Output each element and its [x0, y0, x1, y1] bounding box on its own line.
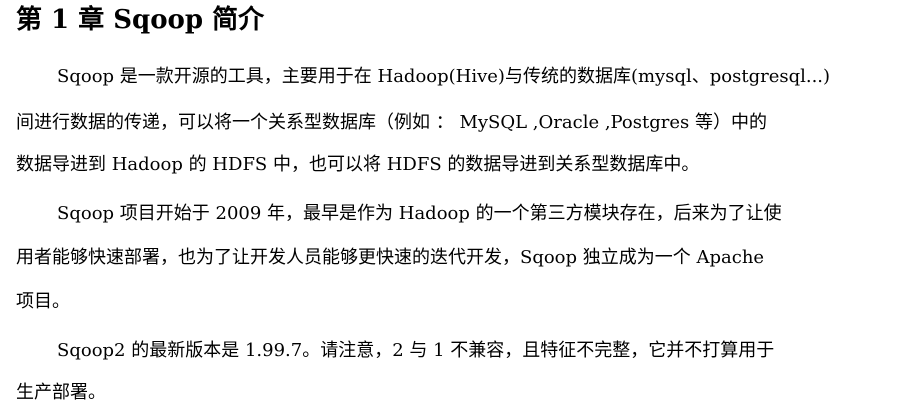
paragraph-2-line-3: 项目。 [16, 291, 70, 312]
paragraph-3-line-2: 生产部署。 [16, 382, 106, 403]
paragraph-2-line-2: 用者能够快速部署，也为了让开发人员能够更快速的迭代开发，Sqoop 独立成为一个… [16, 247, 765, 268]
chapter-title: 第 1 章 Sqoop 简介 [16, 5, 265, 35]
paragraph-2-line-1: Sqoop 项目开始于 2009 年，最早是作为 Hadoop 的一个第三方模块… [57, 203, 782, 224]
paragraph-3-line-1: Sqoop2 的最新版本是 1.99.7。请注意，2 与 1 不兼容，且特征不完… [57, 340, 775, 361]
paragraph-1-line-3: 数据导进到 Hadoop 的 HDFS 中，也可以将 HDFS 的数据导进到关系… [16, 154, 700, 175]
paragraph-1-line-1: Sqoop 是一款开源的工具，主要用于在 Hadoop(Hive)与传统的数据库… [57, 66, 831, 87]
paragraph-1-line-2: 间进行数据的传递，可以将一个关系型数据库（例如 ： MySQL ,Oracle … [16, 112, 767, 133]
